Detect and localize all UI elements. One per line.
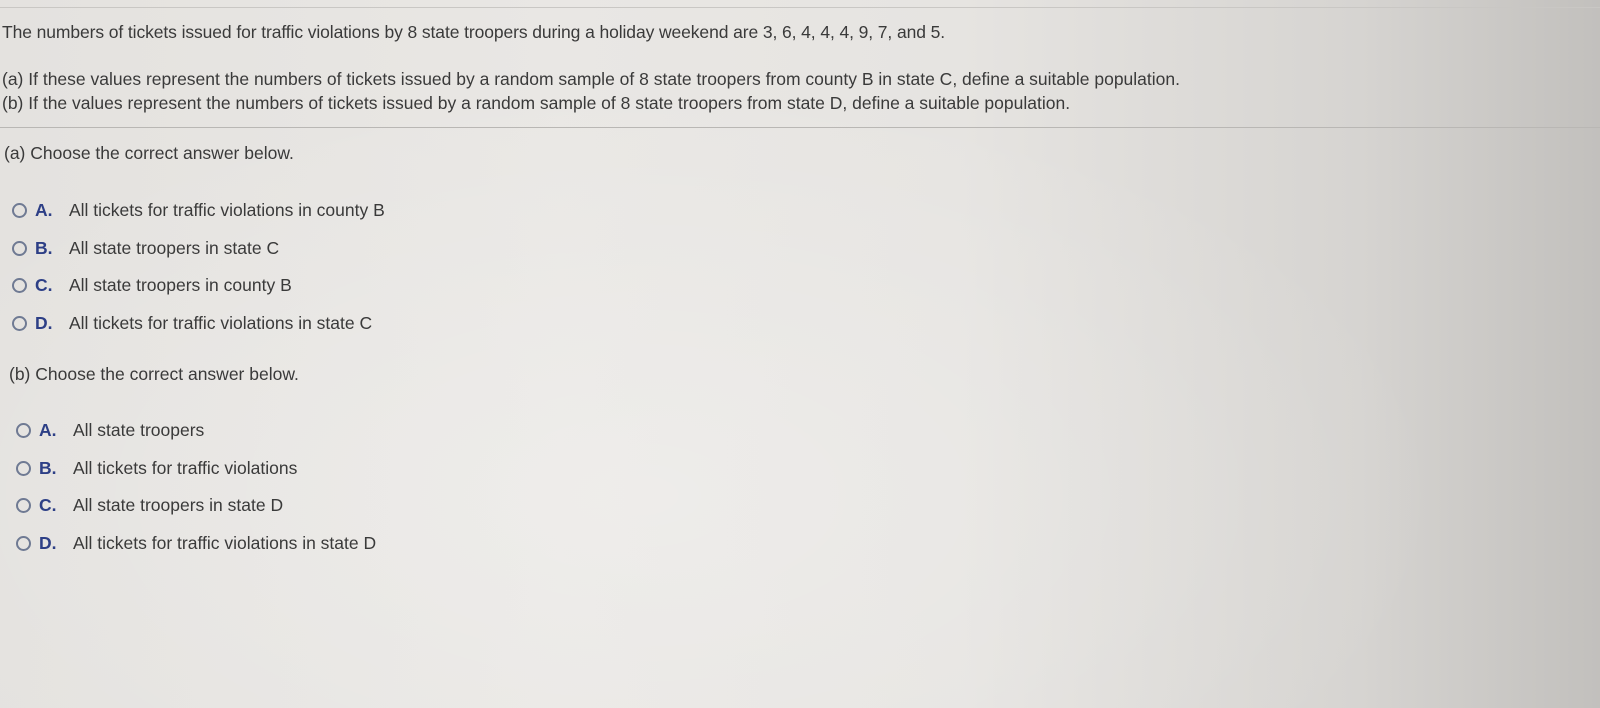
section-b-option-a[interactable]: A. All state troopers <box>16 412 376 450</box>
section-a-prompt: (a) Choose the correct answer below. <box>4 143 294 163</box>
section-a-option-a[interactable]: A. All tickets for traffic violations in… <box>12 192 385 230</box>
option-letter: B. <box>35 237 53 258</box>
radio-button-icon[interactable] <box>12 278 27 294</box>
question-parts: (a) If these values represent the number… <box>2 67 1180 115</box>
option-letter: C. <box>35 275 53 296</box>
question-intro: The numbers of tickets issued for traffi… <box>2 22 946 42</box>
radio-button-icon[interactable] <box>12 203 27 219</box>
option-text: All state troopers in state C <box>69 237 280 258</box>
section-a-option-b[interactable]: B. All state troopers in state C <box>12 230 385 268</box>
radio-button-icon[interactable] <box>16 535 31 551</box>
section-b-option-d[interactable]: D. All tickets for traffic violations in… <box>16 525 376 563</box>
option-letter: C. <box>39 495 57 516</box>
radio-button-icon[interactable] <box>12 240 27 256</box>
option-letter: A. <box>39 420 57 441</box>
section-divider <box>0 127 1600 128</box>
radio-button-icon[interactable] <box>12 315 27 331</box>
section-b-option-c[interactable]: C. All state troopers in state D <box>16 487 376 525</box>
option-letter: D. <box>39 532 57 553</box>
top-divider <box>0 7 1600 8</box>
option-text: All state troopers in county B <box>69 275 292 296</box>
option-text: All tickets for traffic violations in st… <box>73 532 377 553</box>
radio-button-icon[interactable] <box>16 423 31 439</box>
option-text: All tickets for traffic violations in co… <box>69 200 385 221</box>
radio-button-icon[interactable] <box>16 498 31 514</box>
option-text: All tickets for traffic violations in st… <box>69 312 373 333</box>
section-b-option-b[interactable]: B. All tickets for traffic violations <box>16 450 376 488</box>
section-a-options: A. All tickets for traffic violations in… <box>12 192 385 342</box>
question-part-a: (a) If these values represent the number… <box>2 69 1180 89</box>
option-text: All state troopers <box>73 420 205 441</box>
section-a-option-c[interactable]: C. All state troopers in county B <box>12 267 385 305</box>
option-text: All state troopers in state D <box>73 495 284 516</box>
option-letter: D. <box>35 312 53 333</box>
question-part-b: (b) If the values represent the numbers … <box>2 93 1071 113</box>
option-text: All tickets for traffic violations <box>73 457 298 478</box>
option-letter: B. <box>39 457 57 478</box>
section-a-option-d[interactable]: D. All tickets for traffic violations in… <box>12 305 385 343</box>
section-b-prompt: (b) Choose the correct answer below. <box>9 364 299 384</box>
radio-button-icon[interactable] <box>16 460 31 476</box>
option-letter: A. <box>35 200 53 221</box>
section-b-options: A. All state troopers B. All tickets for… <box>16 412 376 562</box>
